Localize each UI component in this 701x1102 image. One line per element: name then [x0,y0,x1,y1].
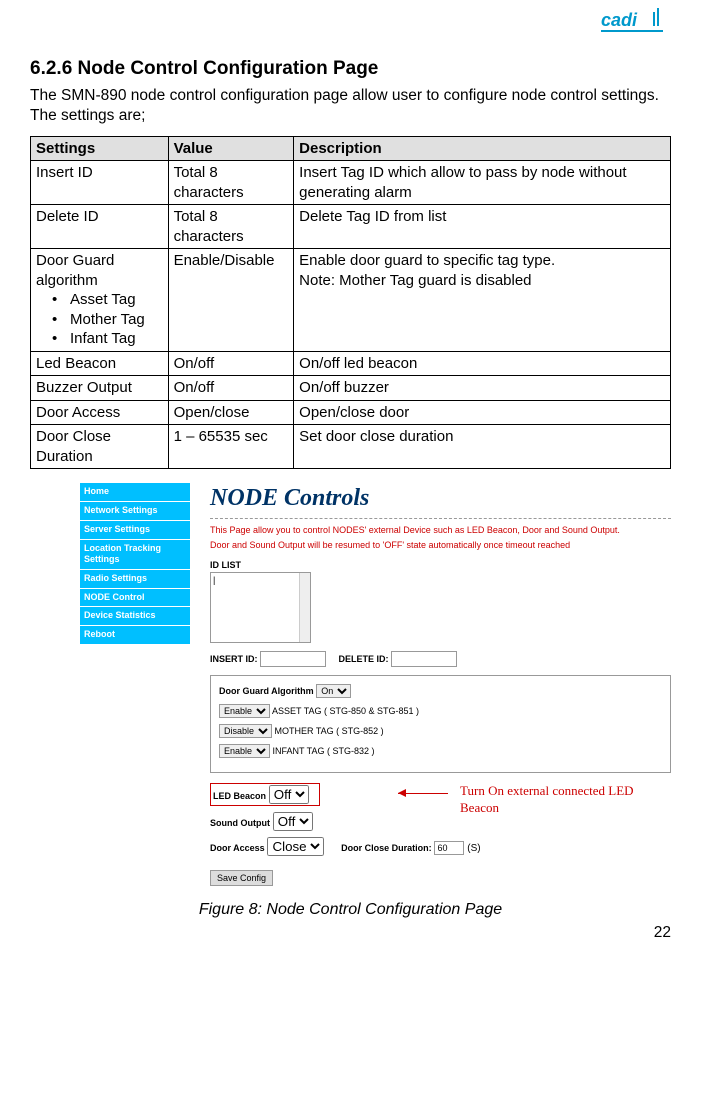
door-close-duration-input[interactable] [434,841,464,855]
table-row: Buzzer OutputOn/offOn/off buzzer [31,376,671,401]
table-row: Door Guard algorithmAsset TagMother TagI… [31,249,671,352]
sidebar-item[interactable]: Radio Settings [80,570,190,589]
sound-output-label: Sound Output [210,818,270,828]
sidebar-item[interactable]: Reboot [80,626,190,645]
panel-desc-2: Door and Sound Output will be resumed to… [210,540,671,552]
insert-id-label: INSERT ID: [210,654,258,664]
insert-id-input[interactable] [260,651,326,667]
embedded-screenshot: HomeNetwork SettingsServer SettingsLocat… [30,483,671,885]
led-beacon-select[interactable]: Off [269,785,309,804]
tag-row-text: MOTHER TAG ( STG-852 ) [272,726,384,736]
tag-enable-select[interactable]: Disable [219,724,272,738]
door-close-duration-label: Door Close Duration: [341,843,432,853]
door-access-label: Door Access [210,843,265,853]
col-value: Value [168,136,294,161]
sidebar-item[interactable]: Server Settings [80,521,190,540]
col-settings: Settings [31,136,169,161]
sound-output-select[interactable]: Off [273,812,313,831]
callout-text: Turn On external connected LED Beacon [460,783,671,817]
figure-caption: Figure 8: Node Control Configuration Pag… [30,900,671,921]
delete-id-label: DELETE ID: [339,654,389,664]
sidebar-item[interactable]: Device Statistics [80,607,190,626]
page-number: 22 [30,923,671,943]
save-config-button[interactable]: Save Config [210,870,273,886]
sidebar-item[interactable]: NODE Control [80,589,190,608]
sidebar-item[interactable]: Location Tracking Settings [80,540,190,570]
idlist-box[interactable]: | [210,572,311,643]
door-access-select[interactable]: Close [267,837,324,856]
tag-row-text: ASSET TAG ( STG-850 & STG-851 ) [270,706,419,716]
svg-text:cadi: cadi [601,10,638,30]
door-guard-main-select[interactable]: On [316,684,351,698]
section-intro: The SMN-890 node control configuration p… [30,86,671,126]
tag-row-text: INFANT TAG ( STG-832 ) [270,746,375,756]
door-guard-title: Door Guard Algorithm [219,686,314,696]
delete-id-input[interactable] [391,651,457,667]
sidebar-item[interactable]: Network Settings [80,502,190,521]
sidebar-item[interactable]: Home [80,483,190,502]
nav-sidebar: HomeNetwork SettingsServer SettingsLocat… [80,483,190,885]
duration-unit: (S) [467,843,480,854]
settings-table: Settings Value Description Insert IDTota… [30,136,671,470]
idlist-label: ID LIST [210,560,671,572]
table-row: Led BeaconOn/offOn/off led beacon [31,351,671,376]
table-row: Delete IDTotal 8 charactersDelete Tag ID… [31,205,671,249]
door-guard-panel: Door Guard Algorithm On Enable ASSET TAG… [210,675,671,773]
table-row: Door Close Duration1 – 65535 secSet door… [31,425,671,469]
table-row: Insert IDTotal 8 charactersInsert Tag ID… [31,161,671,205]
section-heading: 6.2.6 Node Control Configuration Page [30,57,671,82]
callout-arrowhead [398,789,406,797]
col-description: Description [294,136,671,161]
panel-title: NODE Controls [210,483,671,518]
led-beacon-label: LED Beacon [213,791,266,801]
brand-logo: cadi [601,8,671,32]
table-row: Door AccessOpen/closeOpen/close door [31,400,671,425]
panel-desc-1: This Page allow you to control NODES' ex… [210,525,671,537]
tag-enable-select[interactable]: Enable [219,744,270,758]
tag-enable-select[interactable]: Enable [219,704,270,718]
